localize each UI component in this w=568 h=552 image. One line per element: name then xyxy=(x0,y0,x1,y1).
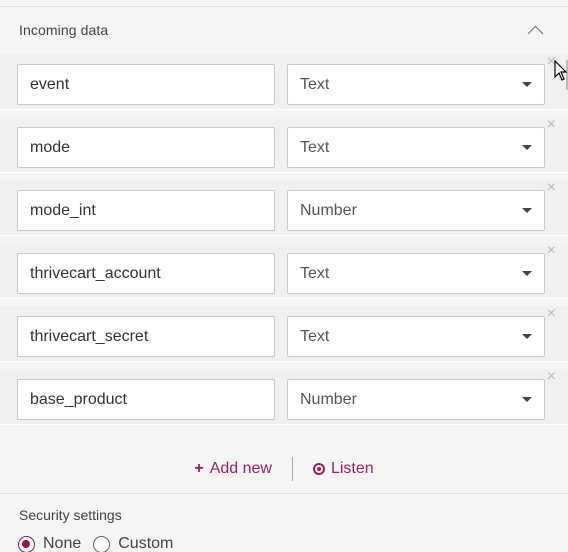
field-type-value: Number xyxy=(300,201,357,219)
section-title: Incoming data xyxy=(19,22,109,38)
listen-label: Listen xyxy=(330,459,374,477)
field-row: thrivecart_account Text × xyxy=(0,243,568,299)
caret-down-icon xyxy=(522,145,532,150)
field-type-select[interactable]: Text xyxy=(287,64,545,105)
radio-none-label: None xyxy=(43,535,82,552)
radio-custom-label: Custom xyxy=(118,535,174,552)
field-type-value: Number xyxy=(300,390,357,408)
incoming-data-header[interactable]: Incoming data xyxy=(0,7,568,53)
field-name-input[interactable]: mode xyxy=(17,127,275,168)
field-row: thrivecart_secret Text × xyxy=(0,306,568,362)
mouse-cursor-icon xyxy=(554,60,568,81)
field-row: base_product Number × xyxy=(0,369,568,425)
field-type-select[interactable]: Number xyxy=(287,379,545,420)
remove-field-icon[interactable]: × xyxy=(547,369,556,385)
field-type-select[interactable]: Text xyxy=(287,316,545,357)
caret-down-icon xyxy=(522,334,532,339)
field-name-input[interactable]: thrivecart_account xyxy=(17,253,275,294)
field-type-select[interactable]: Number xyxy=(287,190,545,231)
field-actions: + Add new Listen xyxy=(0,444,568,494)
caret-down-icon xyxy=(522,208,532,213)
field-type-value: Text xyxy=(300,264,330,282)
chevron-up-icon[interactable] xyxy=(527,25,544,41)
field-type-value: Text xyxy=(300,138,330,156)
remove-field-icon[interactable]: × xyxy=(547,306,556,322)
caret-down-icon xyxy=(522,397,532,402)
field-name-input[interactable]: base_product xyxy=(17,379,275,420)
remove-field-icon[interactable]: × xyxy=(547,117,556,133)
field-row: mode_int Number × xyxy=(0,180,568,236)
remove-field-icon[interactable]: × xyxy=(547,243,556,259)
field-name-input[interactable]: thrivecart_secret xyxy=(17,316,275,357)
field-type-value: Text xyxy=(300,75,330,93)
security-settings-title: Security settings xyxy=(19,507,122,523)
field-type-value: Text xyxy=(300,327,330,345)
field-name-input[interactable]: event xyxy=(17,64,275,105)
field-name-input[interactable]: mode_int xyxy=(17,190,275,231)
field-row: mode Text × xyxy=(0,117,568,173)
caret-down-icon xyxy=(522,271,532,276)
plus-icon: + xyxy=(194,459,204,477)
field-row: event Text × xyxy=(0,54,568,110)
security-radio-group: None Custom xyxy=(18,535,185,552)
radio-custom[interactable] xyxy=(93,535,111,552)
field-type-select[interactable]: Text xyxy=(287,127,545,168)
add-new-button[interactable]: + Add new xyxy=(174,460,292,478)
radio-none[interactable] xyxy=(18,535,35,552)
remove-field-icon[interactable]: × xyxy=(547,180,556,196)
listen-button[interactable]: Listen xyxy=(293,460,394,478)
listen-icon xyxy=(312,462,325,475)
caret-down-icon xyxy=(522,82,532,87)
field-type-select[interactable]: Text xyxy=(287,253,545,294)
add-new-label: Add new xyxy=(209,459,272,477)
